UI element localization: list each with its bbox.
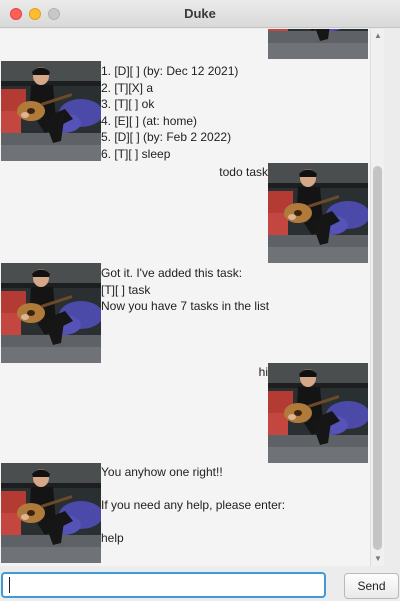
reply-line: help — [101, 531, 124, 545]
user-avatar — [268, 363, 368, 463]
user-avatar — [268, 163, 368, 263]
reply-line: You anyhow one right!! — [101, 465, 223, 479]
reply-line: If you need any help, please enter: — [101, 498, 286, 512]
duke-avatar — [1, 61, 101, 161]
user-message-hi: hi — [258, 365, 268, 379]
vertical-scrollbar[interactable]: ▲ ▼ — [370, 29, 384, 566]
list-line: 6. [T][ ] sleep — [101, 146, 171, 161]
user-avatar — [268, 29, 368, 59]
reply-line: Got it. I've added this task: — [101, 266, 243, 280]
duke-message-list: 1. [D][ ] (by: Dec 12 2021) 2. [T][X] a … — [101, 63, 238, 162]
scrollbar-thumb[interactable] — [373, 166, 382, 550]
scroll-down-icon[interactable]: ▼ — [373, 554, 383, 564]
duke-avatar — [1, 263, 101, 363]
reply-line — [101, 481, 285, 498]
duke-avatar — [1, 463, 101, 563]
duke-message-help: You anyhow one right!! If you need any h… — [101, 464, 285, 547]
text-caret — [9, 577, 10, 593]
window-title: Duke — [184, 6, 216, 21]
list-line: 3. [T][ ] ok — [101, 97, 155, 111]
reply-line — [101, 514, 285, 531]
list-line: 2. [T][X] a — [101, 80, 154, 95]
reply-line: Now you have 7 tasks in the list — [101, 299, 270, 313]
scroll-up-icon[interactable]: ▲ — [373, 31, 383, 41]
user-message-todo: todo task — [219, 165, 268, 179]
list-line: 4. [E][ ] (at: home) — [101, 113, 198, 128]
message-input[interactable] — [1, 572, 326, 598]
list-line: 1. [D][ ] (by: Dec 12 2021) — [101, 64, 239, 78]
list-line: 5. [D][ ] (by: Feb 2 2022) — [101, 130, 232, 144]
duke-message-added: Got it. I've added this task: [T][ ] tas… — [101, 265, 269, 315]
chat-scroll-pane[interactable]: 1. [D][ ] (by: Dec 12 2021) 2. [T][X] a … — [0, 29, 370, 566]
title-bar: Duke — [0, 0, 400, 28]
reply-line: [T][ ] task — [101, 282, 151, 297]
send-button[interactable]: Send — [344, 573, 399, 599]
